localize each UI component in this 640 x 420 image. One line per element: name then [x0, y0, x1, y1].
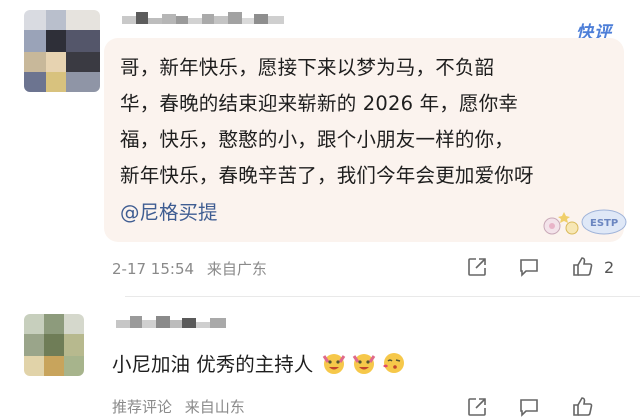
share-button[interactable]	[464, 254, 490, 280]
avatar-blurred[interactable]	[24, 314, 84, 376]
reply-button[interactable]	[516, 394, 542, 420]
comment-line: 新年快乐，春晚辛苦了，我们今年会更加爱你呀	[120, 164, 534, 187]
svg-text:ESTP: ESTP	[590, 218, 618, 229]
comment-text: 哥，新年快乐，愿接下来以梦为马，不负韶 华，春晚的结束迎来崭新的 2026 年，…	[120, 50, 610, 194]
comment-location: 来自广东	[206, 260, 267, 278]
avatar-blurred[interactable]	[24, 10, 100, 92]
comment-line: 小尼加油 优秀的主持人	[112, 353, 314, 376]
like-button[interactable]	[570, 394, 596, 420]
comment-line: 华，春晚的结束迎来崭新的 2026 年，愿你幸	[120, 92, 519, 115]
like-icon	[570, 254, 596, 280]
comment-meta: 2-17 15:54 来自广东	[112, 258, 267, 279]
like-count: 2	[604, 257, 615, 277]
reply-button[interactable]	[516, 254, 542, 280]
mention-link[interactable]: @尼格买提	[120, 196, 218, 225]
comment-icon	[516, 254, 542, 280]
like-icon	[570, 394, 596, 420]
username-blurred[interactable]	[116, 312, 236, 332]
share-button[interactable]	[464, 394, 490, 420]
comment-line: 哥，新年快乐，愿接下来以梦为马，不负韶	[120, 56, 495, 79]
username-blurred[interactable]	[122, 8, 292, 28]
comment-line: 福，快乐，憨憨的小，跟个小朋友一样的你，	[120, 128, 515, 151]
cheering-emoji-icon	[352, 353, 376, 374]
divider	[125, 296, 640, 297]
like-button[interactable]: 2	[570, 254, 614, 280]
comment-location: 来自山东	[184, 398, 245, 416]
comment-text: 小尼加油 优秀的主持人	[112, 348, 407, 377]
kiss-emoji-icon	[383, 352, 405, 373]
estp-sticker-icon: ESTP	[543, 209, 627, 235]
share-icon	[464, 394, 490, 420]
recommended-label: 推荐评论	[112, 398, 173, 416]
comment-meta: 推荐评论 来自山东	[112, 396, 245, 417]
comment-icon	[516, 394, 542, 420]
share-icon	[464, 254, 490, 280]
cheering-emoji-icon	[322, 353, 346, 374]
comment-time: 2-17 15:54	[112, 260, 195, 278]
